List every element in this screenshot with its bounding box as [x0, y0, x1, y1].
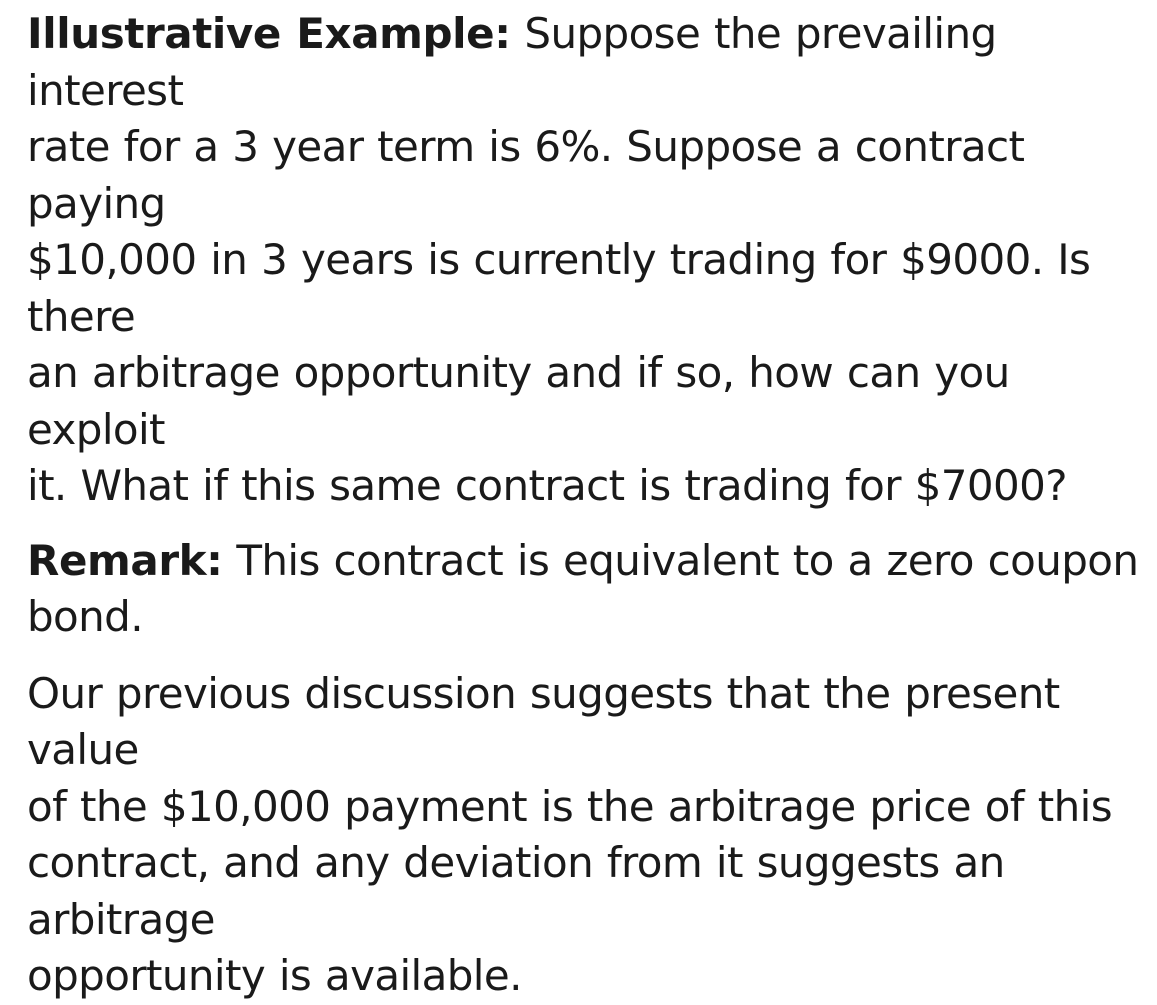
remark-paragraph: Remark: This contract is equivalent to a… [27, 533, 1142, 646]
remark-line-1: This contract is equivalent to a zero co… [222, 535, 1139, 585]
example-label: Illustrative Example: [27, 9, 511, 58]
example-line-2: rate for a 3 year term is 6%. Suppose a … [27, 122, 1025, 228]
discussion-line-3: contract, and any deviation from it sugg… [27, 838, 1005, 944]
remark-line-2: bond. [27, 592, 144, 641]
example-line-5: it. What if this same contract is tradin… [27, 461, 1068, 510]
remark-label: Remark: [27, 535, 223, 585]
discussion-paragraph: Our previous discussion suggests that th… [27, 666, 1142, 1005]
slide-content: Illustrative Example: Suppose the prevai… [27, 6, 1142, 1005]
illustrative-example-paragraph: Illustrative Example: Suppose the prevai… [27, 6, 1142, 515]
discussion-line-4: opportunity is available. [27, 951, 522, 1000]
discussion-line-1: Our previous discussion suggests that th… [27, 668, 1060, 775]
example-line-3: $10,000 in 3 years is currently trading … [27, 235, 1091, 341]
discussion-line-2: of the $10,000 payment is the arbitrage … [27, 781, 1113, 831]
example-line-4: an arbitrage opportunity and if so, how … [27, 348, 1010, 454]
